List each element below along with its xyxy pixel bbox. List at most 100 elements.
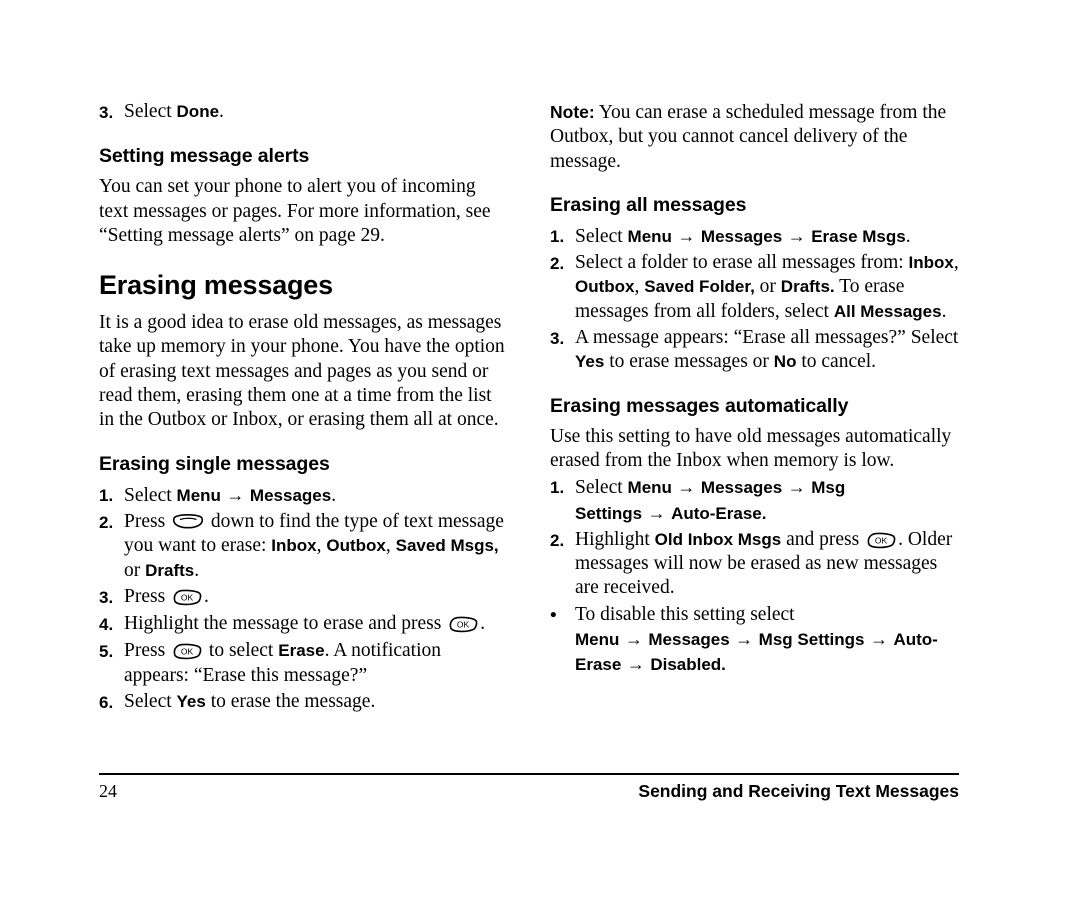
step-bold-text: Menu [627, 226, 672, 246]
list-text: To disable this setting select Menu → Me… [575, 603, 959, 678]
svg-text:OK: OK [181, 592, 194, 602]
footer-chapter-title: Sending and Receiving Text Messages [638, 781, 959, 801]
svg-text:OK: OK [875, 535, 888, 545]
list-item: 4. Highlight the message to erase and pre… [99, 612, 508, 637]
list-number: 4. [99, 615, 114, 635]
list-item: 2. Press down to find the type of text me… [99, 510, 508, 583]
step-bold-text: Messages [648, 630, 730, 650]
list-item: 2. Select a folder to erase all messages … [550, 251, 959, 324]
list-text: Select Done. [124, 100, 508, 125]
step-text: , [634, 276, 645, 298]
list-text: Select Yes to erase the message. [124, 690, 508, 715]
note-text: You can erase a scheduled message from t… [550, 102, 947, 172]
step-text: to select [204, 640, 279, 662]
list-erasing-automatically: 1. Select Menu → Messages → Msg Settings … [550, 475, 959, 677]
step-text: To disable this setting select [575, 603, 795, 625]
step-bold-text: Erase Msgs [811, 226, 906, 246]
step-bold-text: Msg Settings [758, 630, 865, 650]
step-bold-text: Menu [575, 630, 620, 650]
step-bold-text: Auto-Erase. [671, 503, 767, 523]
step-text: , [953, 252, 959, 274]
step-text: Select a folder to erase all messages fr… [575, 252, 909, 274]
navigation-key-icon [172, 514, 204, 531]
list-item: 5. Press OK to select Erase. A notificati… [99, 639, 508, 688]
list-text: Highlight the message to erase and press… [124, 612, 508, 637]
step-bold-text: Drafts [145, 560, 195, 580]
list-item: • To disable this setting select Menu → M… [550, 603, 959, 678]
left-column: 3. Select Done. Setting message alerts Y… [99, 100, 508, 717]
step-text: and press [781, 528, 865, 550]
list-text: A message appears: “Erase all messages?”… [575, 326, 959, 375]
heading-erasing-messages: Erasing messages [99, 270, 333, 301]
step-text: . [480, 613, 486, 635]
step-bold-text: Saved Msgs, [395, 536, 499, 556]
heading-erasing-all-messages: Erasing all messages [550, 193, 747, 216]
page-footer: 24 Sending and Receiving Text Messages [99, 781, 959, 802]
step-bold-text: Yes [176, 692, 206, 712]
list-erasing-single-messages: 1. Select Menu → Messages. 2. Press down to… [99, 483, 508, 716]
document-page: 3. Select Done. Setting message alerts Y… [0, 0, 1080, 900]
svg-text:OK: OK [457, 620, 470, 630]
arrow-icon: → [620, 629, 648, 650]
step-text: or [124, 559, 146, 581]
svg-text:OK: OK [181, 647, 194, 657]
step-bold-text: Disabled. [650, 655, 726, 675]
step-text: to erase the message. [205, 691, 376, 713]
list-text: Highlight Old Inbox Msgs and press OK. O… [575, 528, 959, 601]
paragraph-erasing-automatically: Use this setting to have old messages au… [550, 425, 952, 471]
step-bold-text: Messages [249, 485, 332, 505]
step-text: to erase messages or [604, 351, 774, 373]
arrow-icon: → [672, 477, 700, 498]
step-text: Highlight the message to erase and press [124, 613, 447, 635]
list-number: 5. [99, 642, 114, 662]
arrow-icon: → [865, 629, 893, 650]
right-column: Note: You can erase a scheduled message … [550, 100, 959, 717]
arrow-icon: → [783, 477, 811, 498]
list-item: 3. Press OK. [99, 585, 508, 610]
step-bold-text: Outbox [326, 536, 386, 556]
footer-divider [99, 773, 959, 775]
step-text: Select [575, 225, 628, 247]
page-columns: 3. Select Done. Setting message alerts Y… [99, 100, 959, 717]
arrow-icon: → [783, 225, 811, 246]
list-text: Select a folder to erase all messages fr… [575, 251, 959, 324]
list-number: 3. [99, 103, 114, 122]
arrow-icon: → [730, 629, 758, 650]
step-bold-text: Yes [575, 352, 605, 372]
list-number: 2. [550, 530, 565, 550]
step-bold-text: Erase [278, 641, 325, 661]
step-text: Press [124, 640, 171, 662]
arrow-icon: → [622, 654, 650, 675]
paragraph-erasing-messages: It is a good idea to erase old messages,… [99, 312, 505, 431]
step-bold-text: No [773, 352, 797, 372]
step-text: . [194, 559, 200, 581]
list-text: Press OK. [124, 585, 508, 610]
step-bold-text: Inbox [271, 536, 317, 556]
note-block: Note: You can erase a scheduled message … [550, 100, 959, 174]
paragraph-setting-message-alerts: You can set your phone to alert you of i… [99, 176, 491, 246]
ok-key-icon: OK [172, 589, 202, 606]
list-item: 6. Select Yes to erase the message. [99, 690, 508, 715]
step-bold-text: All Messages [833, 301, 942, 321]
step-text: Press [124, 510, 171, 532]
list-number: 1. [550, 226, 565, 246]
list-number: 2. [550, 254, 565, 274]
step-text: . [204, 585, 209, 607]
list-text: Select Menu → Messages → Msg Settings → … [575, 475, 959, 526]
step-text: Select [124, 691, 177, 713]
step-bold-text: Done [176, 102, 220, 121]
step-bold-text: Old Inbox Msgs [654, 529, 782, 549]
step-bold-text: Drafts. [780, 277, 835, 297]
step-text: Highlight [575, 528, 655, 550]
step-bold-text: Saved Folder, [644, 277, 755, 297]
step-text: , [385, 535, 396, 557]
list-number: 1. [550, 478, 565, 498]
list-text: Press OK to select Erase. A notification… [124, 639, 508, 688]
ok-key-icon: OK [866, 532, 896, 549]
heading-erasing-messages-automatically: Erasing messages automatically [550, 394, 849, 417]
step-text: Select [124, 484, 177, 506]
step-text: . [905, 225, 911, 247]
step-text: or [754, 276, 781, 298]
arrow-icon: → [672, 225, 700, 246]
step-post-text: . [219, 101, 224, 122]
